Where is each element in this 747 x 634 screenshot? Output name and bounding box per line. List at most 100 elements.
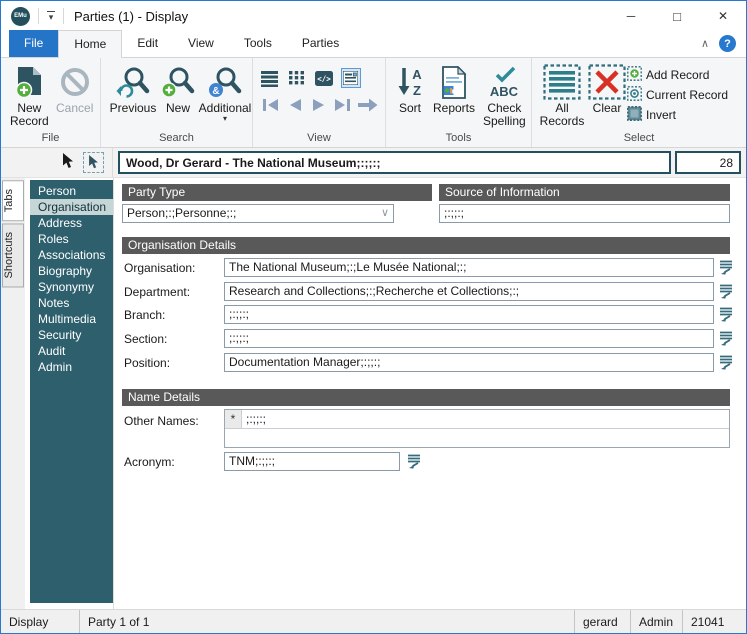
status-number: 21041 [682, 610, 746, 633]
sidebar-item[interactable]: Notes [30, 295, 113, 311]
goto-record-icon[interactable] [356, 97, 379, 116]
sidebar-item[interactable]: Person [30, 183, 113, 199]
record-strip: Wood, Dr Gerard - The National Museum;:;… [1, 148, 746, 178]
add-record-select-icon [627, 66, 642, 84]
previous-record-icon[interactable] [285, 97, 306, 116]
ribbon-group-tools: AZ Sort Reports ABC Check Spelling [386, 58, 532, 147]
previous-search-button[interactable]: Previous [106, 63, 160, 116]
party-type-select[interactable]: Person;:;Personne;:; ∨ [122, 204, 394, 223]
first-record-icon[interactable] [260, 97, 283, 116]
lookup-list-icon[interactable] [718, 330, 734, 346]
list-view-icon[interactable] [260, 68, 280, 88]
other-names-value[interactable]: ;:;;:; [242, 410, 729, 428]
lookup-list-icon[interactable] [406, 453, 422, 469]
department-label: Department: [124, 285, 190, 299]
branch-label: Branch: [124, 308, 165, 322]
help-icon[interactable]: ? [719, 35, 736, 52]
position-field[interactable]: Documentation Manager;:;;:; [224, 353, 714, 372]
record-number: 28 [675, 151, 741, 174]
ribbon: New Record Cancel File Previous [1, 58, 746, 148]
other-names-grid[interactable]: * ;:;;:; [224, 409, 730, 448]
svg-text:Z: Z [413, 83, 421, 98]
cursor-arrow-icon[interactable] [62, 153, 74, 173]
drag-select-icon[interactable] [83, 152, 104, 173]
other-names-row[interactable]: * ;:;;:; [225, 410, 729, 429]
lookup-list-icon[interactable] [718, 354, 734, 370]
acronym-field[interactable]: TNM;:;;:; [224, 452, 400, 471]
sidebar-panel-wrap: Person Organisation Address Roles Associ… [25, 178, 113, 609]
sort-button[interactable]: AZ Sort [391, 63, 429, 116]
lookup-list-icon[interactable] [718, 283, 734, 299]
cancel-button[interactable]: Cancel [53, 63, 97, 116]
new-record-button[interactable]: New Record [6, 63, 53, 129]
other-names-empty-row[interactable] [225, 429, 729, 447]
details-view-icon[interactable] [341, 68, 361, 88]
additional-search-button[interactable]: & Additional ▾ [196, 63, 254, 123]
sidebar-item[interactable]: Security [30, 327, 113, 343]
lookup-list-icon[interactable] [718, 306, 734, 322]
row-marker: * [225, 410, 242, 428]
last-record-icon[interactable] [331, 97, 354, 116]
branch-field[interactable]: ;:;;:; [224, 305, 714, 324]
check-spelling-button[interactable]: ABC Check Spelling [479, 63, 530, 129]
check-spelling-icon: ABC [484, 64, 524, 100]
status-username: gerard [574, 610, 630, 633]
app-logo-icon: EMu [11, 7, 30, 26]
collapse-ribbon-icon[interactable]: ∧ [701, 37, 709, 50]
tab-file[interactable]: File [9, 30, 58, 57]
quick-access-dropdown-icon[interactable]: ▾ [47, 11, 55, 21]
tab-tools[interactable]: Tools [229, 30, 287, 57]
sidebar-item[interactable]: Admin [30, 359, 113, 375]
previous-search-icon [116, 64, 150, 100]
sidebar-item[interactable]: Organisation [30, 199, 113, 215]
grid-view-icon[interactable] [287, 68, 307, 88]
tab-home[interactable]: Home [58, 30, 122, 58]
tab-parties[interactable]: Parties [287, 30, 354, 57]
lookup-list-icon[interactable] [718, 259, 734, 275]
status-record-position: Party 1 of 1 [79, 610, 574, 633]
sidebar-item[interactable]: Synonymy [30, 279, 113, 295]
pointer-toolbar [1, 148, 113, 177]
ribbon-group-view: </> View [253, 58, 386, 147]
sidebar-item[interactable]: Multimedia [30, 311, 113, 327]
svg-text:A: A [412, 67, 422, 82]
tab-edit[interactable]: Edit [122, 30, 173, 57]
maximize-button[interactable]: □ [654, 1, 700, 31]
next-record-icon[interactable] [308, 97, 329, 116]
sidebar-item[interactable]: Associations [30, 247, 113, 263]
reports-button[interactable]: Reports [429, 63, 479, 116]
vertical-tab-shortcuts[interactable]: Shortcuts [2, 223, 24, 287]
svg-text:&: & [212, 86, 219, 97]
titlebar-divider [63, 8, 64, 24]
close-button[interactable]: ✕ [700, 1, 746, 31]
add-record-select-label: Add Record [646, 68, 709, 82]
all-records-label: All Records [540, 102, 585, 128]
xml-view-icon[interactable]: </> [314, 68, 334, 88]
source-of-information-header: Source of Information [439, 184, 730, 201]
department-field[interactable]: Research and Collections;:;Recherche et … [224, 282, 714, 301]
section-field[interactable]: ;:;;:; [224, 329, 714, 348]
add-record-select-button[interactable]: Add Record [627, 66, 728, 83]
vertical-tab-tabs[interactable]: Tabs [2, 180, 24, 221]
minimize-button[interactable]: ─ [608, 1, 654, 31]
new-search-button[interactable]: New [160, 63, 196, 116]
sidebar-item[interactable]: Audit [30, 343, 113, 359]
tab-list: Person Organisation Address Roles Associ… [30, 180, 113, 603]
tab-view[interactable]: View [173, 30, 229, 57]
sort-label: Sort [399, 102, 421, 115]
clear-selection-button[interactable]: Clear [587, 63, 627, 116]
sidebar-item[interactable]: Address [30, 215, 113, 231]
other-names-label: Other Names: [124, 414, 199, 428]
sidebar-item[interactable]: Biography [30, 263, 113, 279]
new-record-label: New Record [10, 102, 49, 128]
current-record-select-button[interactable]: Current Record [627, 86, 728, 103]
additional-search-icon: & [208, 64, 242, 100]
invert-selection-button[interactable]: Invert [627, 106, 728, 123]
sidebar-item[interactable]: Roles [30, 231, 113, 247]
previous-search-label: Previous [110, 102, 157, 115]
organisation-field[interactable]: The National Museum;:;Le Musée National;… [224, 258, 714, 277]
side-tab-strip: Tabs Shortcuts [1, 178, 25, 609]
source-of-information-field[interactable]: ;:;;:; [439, 204, 730, 223]
ribbon-tab-row: File Home Edit View Tools Parties ∧ ? [1, 31, 746, 58]
all-records-button[interactable]: All Records [537, 63, 587, 129]
